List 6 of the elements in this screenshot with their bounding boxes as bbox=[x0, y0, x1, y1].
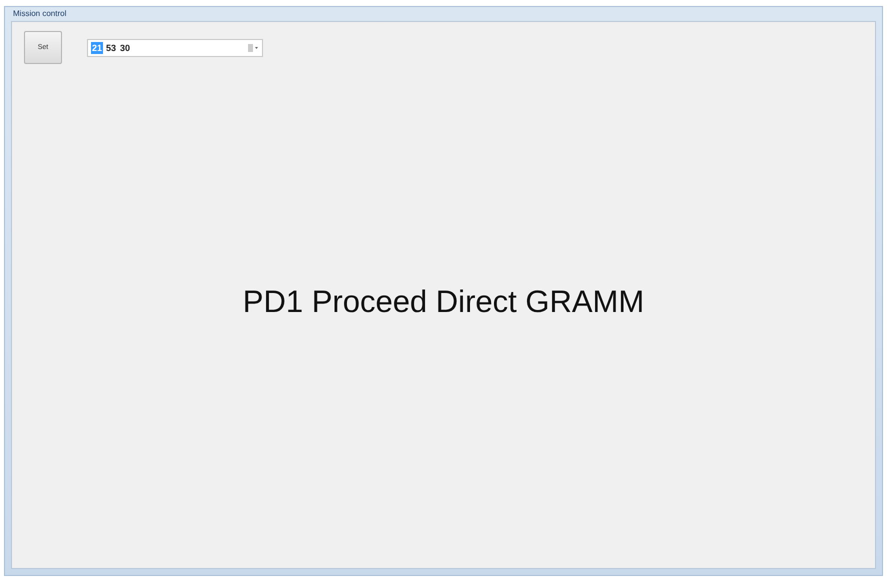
time-segment[interactable]: 30 bbox=[119, 42, 132, 54]
time-field[interactable]: 21 53 30 bbox=[87, 38, 263, 56]
window-title: Mission control bbox=[12, 8, 68, 20]
time-segment[interactable]: 53 bbox=[105, 42, 118, 54]
status-message: PD1 Proceed Direct GRAMM bbox=[242, 284, 644, 320]
spinner-icon[interactable] bbox=[247, 42, 259, 54]
